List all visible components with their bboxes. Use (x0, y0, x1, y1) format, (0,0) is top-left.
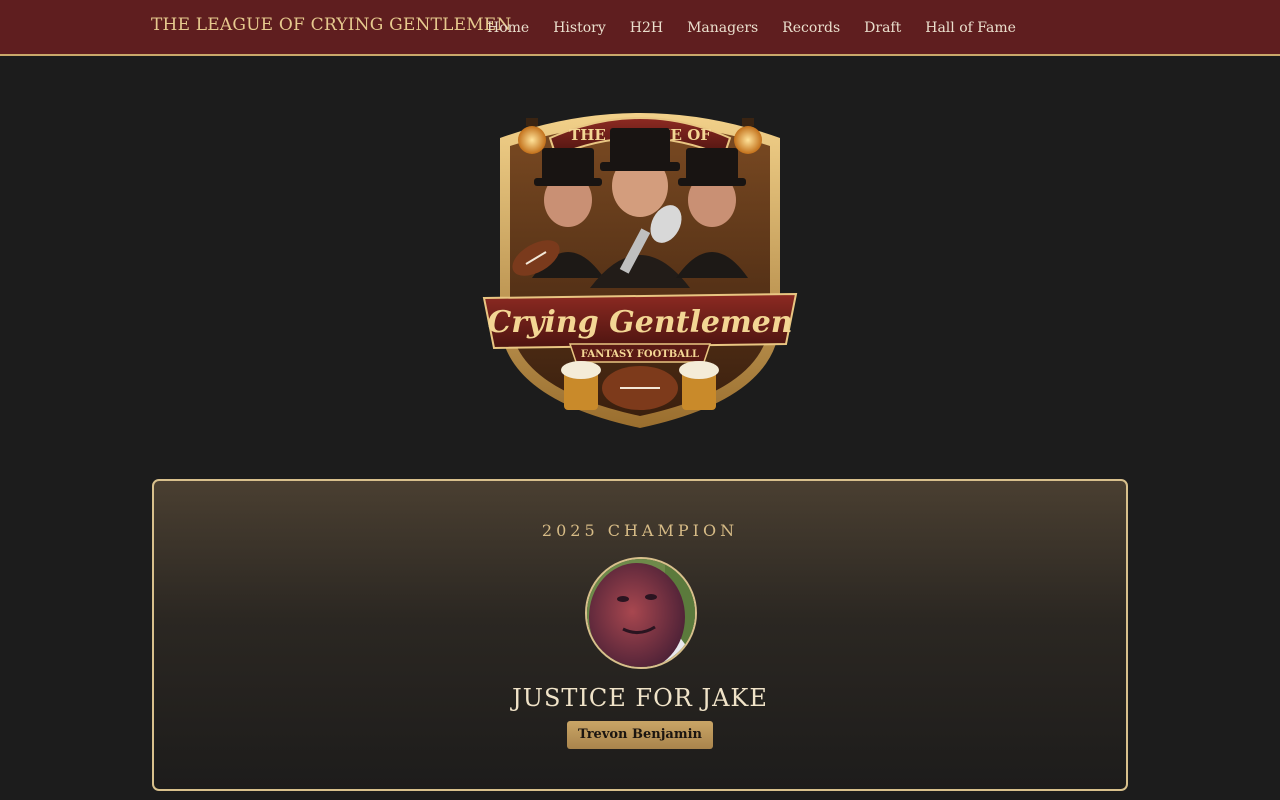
nav-link-draft[interactable]: Draft (852, 20, 913, 36)
nav-link-hall-of-fame[interactable]: Hall of Fame (913, 20, 1028, 36)
league-crest-icon: THE LEAGUE OF Crying Gentlemen (482, 113, 798, 428)
champion-team-name: JUSTICE FOR JAKE (512, 684, 768, 712)
champion-manager-badge[interactable]: Trevon Benjamin (567, 721, 713, 749)
nav-link-history[interactable]: History (541, 20, 618, 36)
logo-text-main: Crying Gentlemen (487, 305, 792, 340)
nav-links: Home History H2H Managers Records Draft … (475, 0, 1028, 56)
champion-label: 2025 CHAMPION (541, 521, 739, 540)
brand-link[interactable]: THE LEAGUE OF CRYING GENTLEMEN (151, 15, 512, 35)
league-crest-logo: THE LEAGUE OF Crying Gentlemen (480, 98, 800, 432)
avatar-photo-icon (587, 559, 695, 667)
top-navbar: THE LEAGUE OF CRYING GENTLEMEN Home Hist… (0, 0, 1280, 56)
nav-link-home[interactable]: Home (475, 20, 541, 36)
logo-text-sub: FANTASY FOOTBALL (581, 349, 699, 360)
nav-link-records[interactable]: Records (770, 20, 852, 36)
champion-card: 2025 CHAMPION JUSTICE FOR JAKE Trevon Be… (152, 479, 1128, 791)
champion-avatar (585, 557, 697, 669)
nav-link-h2h[interactable]: H2H (618, 20, 675, 36)
nav-link-managers[interactable]: Managers (675, 20, 770, 36)
